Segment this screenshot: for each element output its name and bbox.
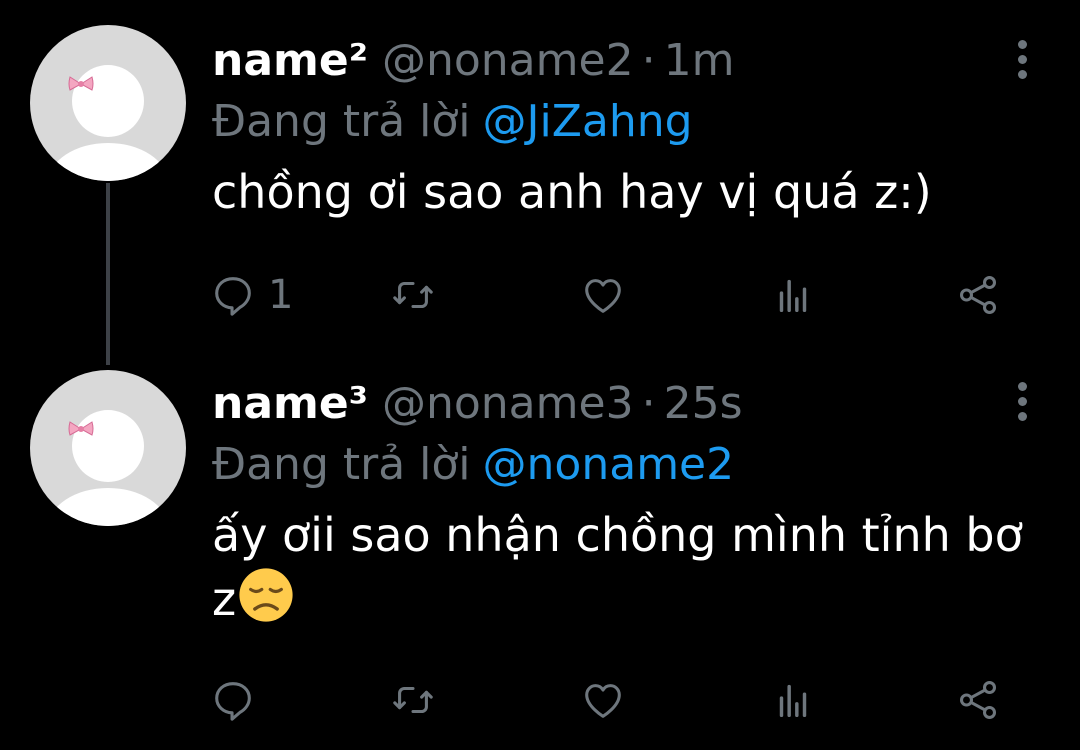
replying-to-line: Đang trả lời @noname2 (212, 433, 1040, 497)
user-handle[interactable]: @noname3 (382, 378, 634, 429)
tweet-text: ấy ơii sao nhận chồng mình tỉnh bơ z (212, 503, 1040, 631)
avatar-body-shape (48, 143, 168, 181)
like-icon (580, 272, 626, 318)
tweet-item[interactable]: name³ @noname3 · 25s Đang trả lời @noname2 ấ… (0, 370, 1080, 750)
retweet-button[interactable] (390, 270, 436, 320)
more-icon[interactable] (1016, 382, 1028, 422)
avatar[interactable] (30, 370, 186, 526)
tweet-text: chồng ơi sao anh hay vị quá z:) (212, 165, 932, 219)
analytics-icon (770, 272, 816, 318)
like-icon (580, 677, 626, 723)
avatar-body-shape (48, 488, 168, 526)
reply-button[interactable]: 1 (210, 270, 293, 320)
bow-icon (68, 75, 94, 93)
timestamp[interactable]: 25s (664, 378, 743, 429)
tweet-content: name² @noname2 · 1m Đang trả lời @JiZahng ch… (212, 32, 1040, 224)
tweet-header: name³ @noname3 · 25s (212, 375, 1040, 433)
replying-to-label: Đang trả lời (212, 96, 471, 147)
share-icon (955, 272, 1001, 318)
display-name[interactable]: name³ (212, 378, 368, 429)
like-button[interactable] (580, 675, 626, 725)
tweet-header: name² @noname2 · 1m (212, 32, 1040, 90)
reply-icon (210, 677, 256, 723)
disappointed-face-emoji-icon (239, 568, 293, 622)
share-button[interactable] (955, 675, 1001, 725)
reply-button[interactable] (210, 675, 268, 725)
separator-dot: · (641, 35, 656, 86)
tweet-text-body: ấy ơii sao nhận chồng mình tỉnh bơ z (212, 508, 1023, 626)
analytics-icon (770, 677, 816, 723)
tweet-content: name³ @noname3 · 25s Đang trả lời @noname2 ấ… (212, 375, 1040, 631)
analytics-button[interactable] (770, 675, 816, 725)
timestamp[interactable]: 1m (664, 35, 735, 86)
tweet-actions (210, 675, 1010, 725)
mention-link[interactable]: @noname2 (483, 439, 735, 490)
display-name[interactable]: name² (212, 35, 368, 86)
tweet-item[interactable]: name² @noname2 · 1m Đang trả lời @JiZahng ch… (0, 0, 1080, 370)
analytics-button[interactable] (770, 270, 816, 320)
replying-to-label: Đang trả lời (212, 439, 471, 490)
reply-count: 1 (268, 272, 294, 318)
retweet-icon (390, 677, 436, 723)
tweet-actions: 1 (210, 270, 1010, 320)
share-icon (955, 677, 1001, 723)
separator-dot: · (641, 378, 656, 429)
bow-icon (68, 420, 94, 438)
user-handle[interactable]: @noname2 (382, 35, 634, 86)
like-button[interactable] (580, 270, 626, 320)
reply-icon (210, 272, 256, 318)
more-icon[interactable] (1016, 40, 1028, 80)
replying-to-line: Đang trả lời @JiZahng (212, 90, 1040, 154)
share-button[interactable] (955, 270, 1001, 320)
retweet-button[interactable] (390, 675, 436, 725)
retweet-icon (390, 272, 436, 318)
mention-link[interactable]: @JiZahng (483, 96, 693, 147)
avatar[interactable] (30, 25, 186, 181)
